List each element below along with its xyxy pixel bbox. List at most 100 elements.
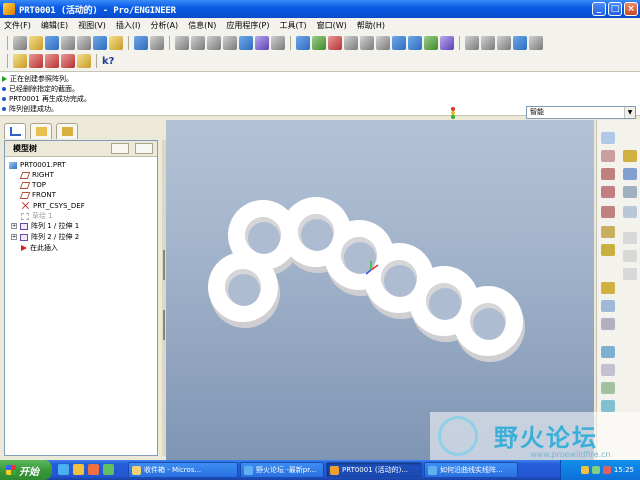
csys-tool-icon[interactable]	[601, 226, 615, 238]
taskbar-item-forum[interactable]: 野火论坛 -最新pr...	[240, 462, 324, 478]
maximize-button[interactable]: □	[608, 2, 622, 16]
spin-center-icon[interactable]	[312, 36, 326, 50]
reorient-icon[interactable]	[408, 36, 422, 50]
tray-icon[interactable]	[580, 466, 589, 474]
edit-tool-icon[interactable]	[601, 282, 615, 294]
menu-tools[interactable]: 工具(T)	[280, 20, 307, 31]
proe-app-icon[interactable]	[3, 3, 15, 15]
tree-item-part[interactable]: PRT0001.PRT	[9, 161, 66, 169]
expand-icon[interactable]: +	[11, 234, 17, 240]
sketch-tool-icon[interactable]	[601, 132, 615, 144]
graphics-window[interactable]	[166, 120, 594, 460]
menu-analysis[interactable]: 分析(A)	[150, 20, 178, 31]
pattern-tool-icon[interactable]	[601, 364, 615, 376]
cut-icon[interactable]	[175, 36, 189, 50]
print-preview-icon[interactable]	[77, 36, 91, 50]
csys-display-icon[interactable]	[61, 54, 75, 68]
tray-icon[interactable]	[602, 466, 611, 474]
menu-edit[interactable]: 编辑(E)	[41, 20, 68, 31]
paste-icon[interactable]	[207, 36, 221, 50]
email-icon[interactable]	[93, 36, 107, 50]
menu-file[interactable]: 文件(F)	[4, 20, 31, 31]
extend-tool-icon[interactable]	[601, 400, 615, 412]
print-icon[interactable]	[61, 36, 75, 50]
outlook-icon[interactable]	[73, 464, 84, 475]
wireframe-icon[interactable]	[465, 36, 479, 50]
new-file-icon[interactable]	[13, 36, 27, 50]
tree-item-pattern-1[interactable]: + 阵列 1 / 拉伸 1	[11, 221, 79, 231]
tree-item-sketch[interactable]: 草绘 1	[21, 211, 53, 221]
no-hidden-icon[interactable]	[497, 36, 511, 50]
find-icon[interactable]	[255, 36, 269, 50]
datum-axis-display-icon[interactable]	[29, 54, 43, 68]
extrude-tool-icon[interactable]	[623, 150, 637, 162]
expand-icon[interactable]: +	[11, 223, 17, 229]
menu-window[interactable]: 窗口(W)	[317, 20, 347, 31]
saved-views-icon[interactable]	[424, 36, 438, 50]
tray-icon[interactable]	[591, 466, 600, 474]
selection-filter-dropdown[interactable]: 智能 ▼	[526, 106, 636, 119]
analysis-feature-icon[interactable]	[601, 244, 615, 256]
tree-settings-button[interactable]	[111, 143, 129, 154]
regenerate-icon[interactable]	[239, 36, 253, 50]
blend-tool-icon[interactable]	[623, 206, 637, 218]
copy-icon[interactable]	[191, 36, 205, 50]
paste-special-icon[interactable]	[223, 36, 237, 50]
menu-insert[interactable]: 插入(I)	[116, 20, 141, 31]
annotation-display-icon[interactable]	[77, 54, 91, 68]
refit-icon[interactable]	[392, 36, 406, 50]
datum-point-display-icon[interactable]	[45, 54, 59, 68]
minimize-button[interactable]: _	[592, 2, 606, 16]
tree-item-insert-here[interactable]: 在此插入	[21, 243, 58, 253]
email-link-icon[interactable]	[109, 36, 123, 50]
start-button[interactable]: 开始	[0, 460, 52, 480]
variable-sweep-icon[interactable]	[623, 186, 637, 198]
shading-icon[interactable]	[513, 36, 527, 50]
clock[interactable]: 15:25	[614, 466, 634, 474]
orient-mode-icon[interactable]	[328, 36, 342, 50]
chevron-down-icon[interactable]: ▼	[624, 107, 635, 118]
context-help-icon[interactable]: k?	[102, 56, 114, 67]
taskbar-item-help[interactable]: 如何沿曲线实线阵...	[424, 462, 518, 478]
save-icon[interactable]	[45, 36, 59, 50]
merge-tool-icon[interactable]	[601, 318, 615, 330]
menu-info[interactable]: 信息(N)	[188, 20, 216, 31]
layers-icon[interactable]	[440, 36, 454, 50]
tree-show-button[interactable]	[135, 143, 153, 154]
tree-item-right[interactable]: RIGHT	[19, 171, 54, 179]
tab-model-tree[interactable]	[4, 123, 26, 139]
desktop-icon[interactable]	[103, 464, 114, 475]
datum-axis-tool-icon[interactable]	[601, 168, 615, 180]
offset-tool-icon[interactable]	[601, 382, 615, 394]
taskbar-item-inbox[interactable]: 收件箱 - Micros...	[128, 462, 238, 478]
tree-item-top[interactable]: TOP	[19, 181, 46, 189]
undo-icon[interactable]	[134, 36, 148, 50]
tree-item-front[interactable]: FRONT	[19, 191, 56, 199]
close-button[interactable]: ×	[624, 2, 638, 16]
repaint-icon[interactable]	[296, 36, 310, 50]
menu-help[interactable]: 帮助(H)	[357, 20, 385, 31]
appearance-sphere-icon[interactable]	[344, 36, 358, 50]
tab-folder-browser[interactable]	[30, 123, 52, 139]
tab-favorites[interactable]	[56, 123, 78, 139]
enhanced-realism-icon[interactable]	[529, 36, 543, 50]
datum-plane-display-icon[interactable]	[13, 54, 27, 68]
taskbar-item-proe[interactable]: PRT0001 (活动的)...	[326, 462, 422, 478]
redo-icon[interactable]	[150, 36, 164, 50]
model-view[interactable]	[166, 120, 594, 460]
tree-item-csys[interactable]: PRT_CSYS_DEF	[21, 201, 85, 210]
menu-view[interactable]: 视图(V)	[78, 20, 106, 31]
datum-curve-tool-icon[interactable]	[601, 186, 615, 198]
datum-point-tool-icon[interactable]	[601, 206, 615, 218]
revolve-tool-icon[interactable]	[623, 168, 637, 180]
select-box-icon[interactable]	[271, 36, 285, 50]
shell-tool-icon[interactable]	[623, 268, 637, 280]
zoom-in-icon[interactable]	[360, 36, 374, 50]
trim-tool-icon[interactable]	[601, 346, 615, 358]
hole-tool-icon[interactable]	[623, 250, 637, 262]
open-folder-icon[interactable]	[29, 36, 43, 50]
media-icon[interactable]	[88, 464, 99, 475]
mirror-tool-icon[interactable]	[601, 300, 615, 312]
datum-plane-tool-icon[interactable]	[601, 150, 615, 162]
hidden-line-icon[interactable]	[481, 36, 495, 50]
